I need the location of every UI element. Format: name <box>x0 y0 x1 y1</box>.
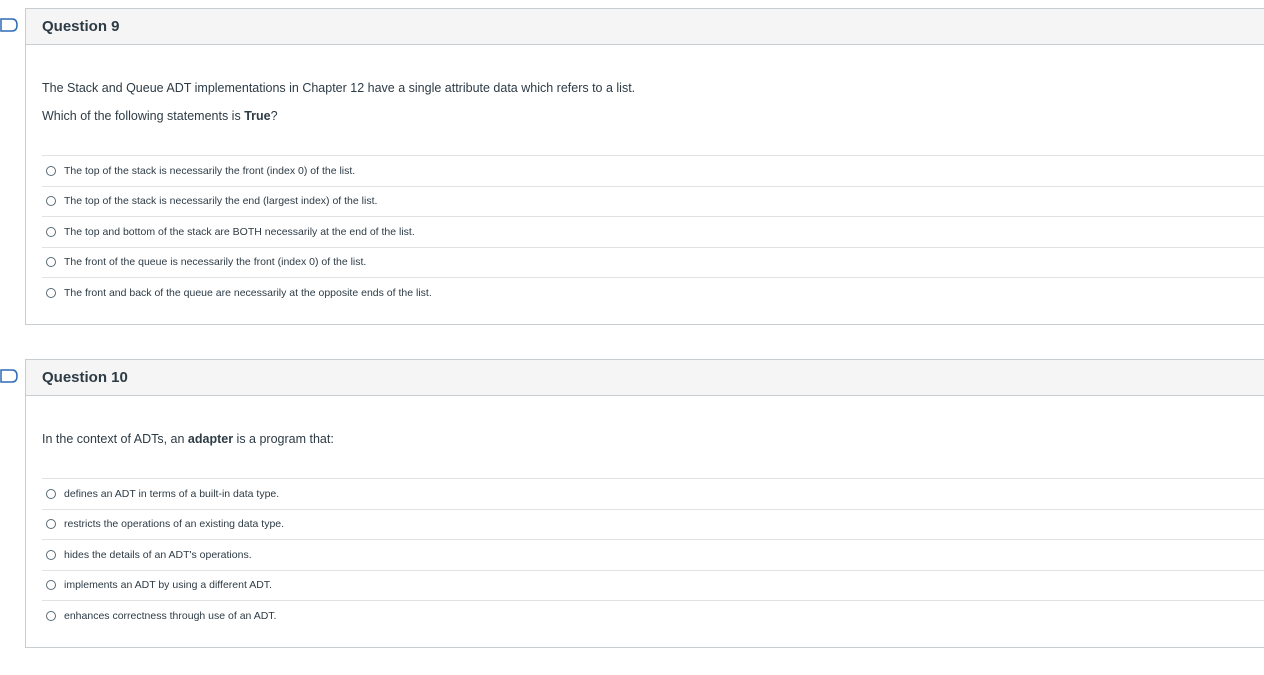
answer-list: defines an ADT in terms of a built-in da… <box>42 478 1264 631</box>
text-suffix: is a program that: <box>233 432 334 446</box>
text-prefix: In the context of ADTs, an <box>42 432 188 446</box>
question-title: Question 10 <box>42 369 128 386</box>
answer-list: The top of the stack is necessarily the … <box>42 155 1264 308</box>
answer-label[interactable]: hides the details of an ADT's operations… <box>64 549 252 561</box>
radio-button[interactable] <box>46 165 56 176</box>
question-9: Question 9 The Stack and Queue ADT imple… <box>25 8 1264 325</box>
radio-button[interactable] <box>46 549 56 560</box>
answer-label[interactable]: The top and bottom of the stack are BOTH… <box>64 226 415 238</box>
answer-option[interactable]: enhances correctness through use of an A… <box>42 600 1264 631</box>
radio-button[interactable] <box>46 610 56 621</box>
flag-question-icon[interactable] <box>0 18 18 32</box>
quiz-page: Question 9 The Stack and Queue ADT imple… <box>0 0 1264 675</box>
answer-label[interactable]: The front of the queue is necessarily th… <box>64 256 366 268</box>
radio-button[interactable] <box>46 196 56 207</box>
radio-button[interactable] <box>46 287 56 298</box>
radio-button[interactable] <box>46 488 56 499</box>
text-emphasis: adapter <box>187 432 234 446</box>
question-title: Question 9 <box>42 18 120 35</box>
answer-option[interactable]: The front and back of the queue are nece… <box>42 277 1264 308</box>
question-header: Question 10 <box>26 360 1264 396</box>
radio-button[interactable] <box>46 257 56 268</box>
answer-option[interactable]: The top and bottom of the stack are BOTH… <box>42 216 1264 247</box>
answer-option[interactable]: hides the details of an ADT's operations… <box>42 539 1264 570</box>
answer-label[interactable]: The front and back of the queue are nece… <box>64 287 432 299</box>
answer-option[interactable]: The top of the stack is necessarily the … <box>42 155 1264 186</box>
question-prompt: Which of the following statements is Tru… <box>42 109 278 123</box>
answer-label[interactable]: The top of the stack is necessarily the … <box>64 165 355 177</box>
answer-option[interactable]: The top of the stack is necessarily the … <box>42 185 1264 217</box>
answer-label[interactable]: restricts the operations of an existing … <box>64 518 284 530</box>
question-text: In the context of ADTs, an adapter is a … <box>42 432 334 446</box>
prompt-prefix: Which of the following statements is <box>42 109 245 123</box>
flag-question-icon[interactable] <box>0 369 18 383</box>
question-text: The Stack and Queue ADT implementations … <box>42 81 636 95</box>
answer-option[interactable]: implements an ADT by using a different A… <box>42 569 1264 601</box>
answer-option[interactable]: The front of the queue is necessarily th… <box>42 246 1264 278</box>
answer-label[interactable]: defines an ADT in terms of a built-in da… <box>64 488 279 500</box>
radio-button[interactable] <box>46 580 56 591</box>
answer-option[interactable]: restricts the operations of an existing … <box>42 508 1264 540</box>
radio-button[interactable] <box>46 226 56 237</box>
question-10: Question 10 In the context of ADTs, an a… <box>25 359 1264 648</box>
question-header: Question 9 <box>26 9 1264 45</box>
answer-label[interactable]: The top of the stack is necessarily the … <box>64 195 377 207</box>
answer-label[interactable]: enhances correctness through use of an A… <box>64 610 276 622</box>
prompt-emphasis: True <box>244 109 271 123</box>
prompt-suffix: ? <box>270 109 278 123</box>
radio-button[interactable] <box>46 519 56 530</box>
answer-option[interactable]: defines an ADT in terms of a built-in da… <box>42 478 1264 509</box>
answer-label[interactable]: implements an ADT by using a different A… <box>64 579 272 591</box>
